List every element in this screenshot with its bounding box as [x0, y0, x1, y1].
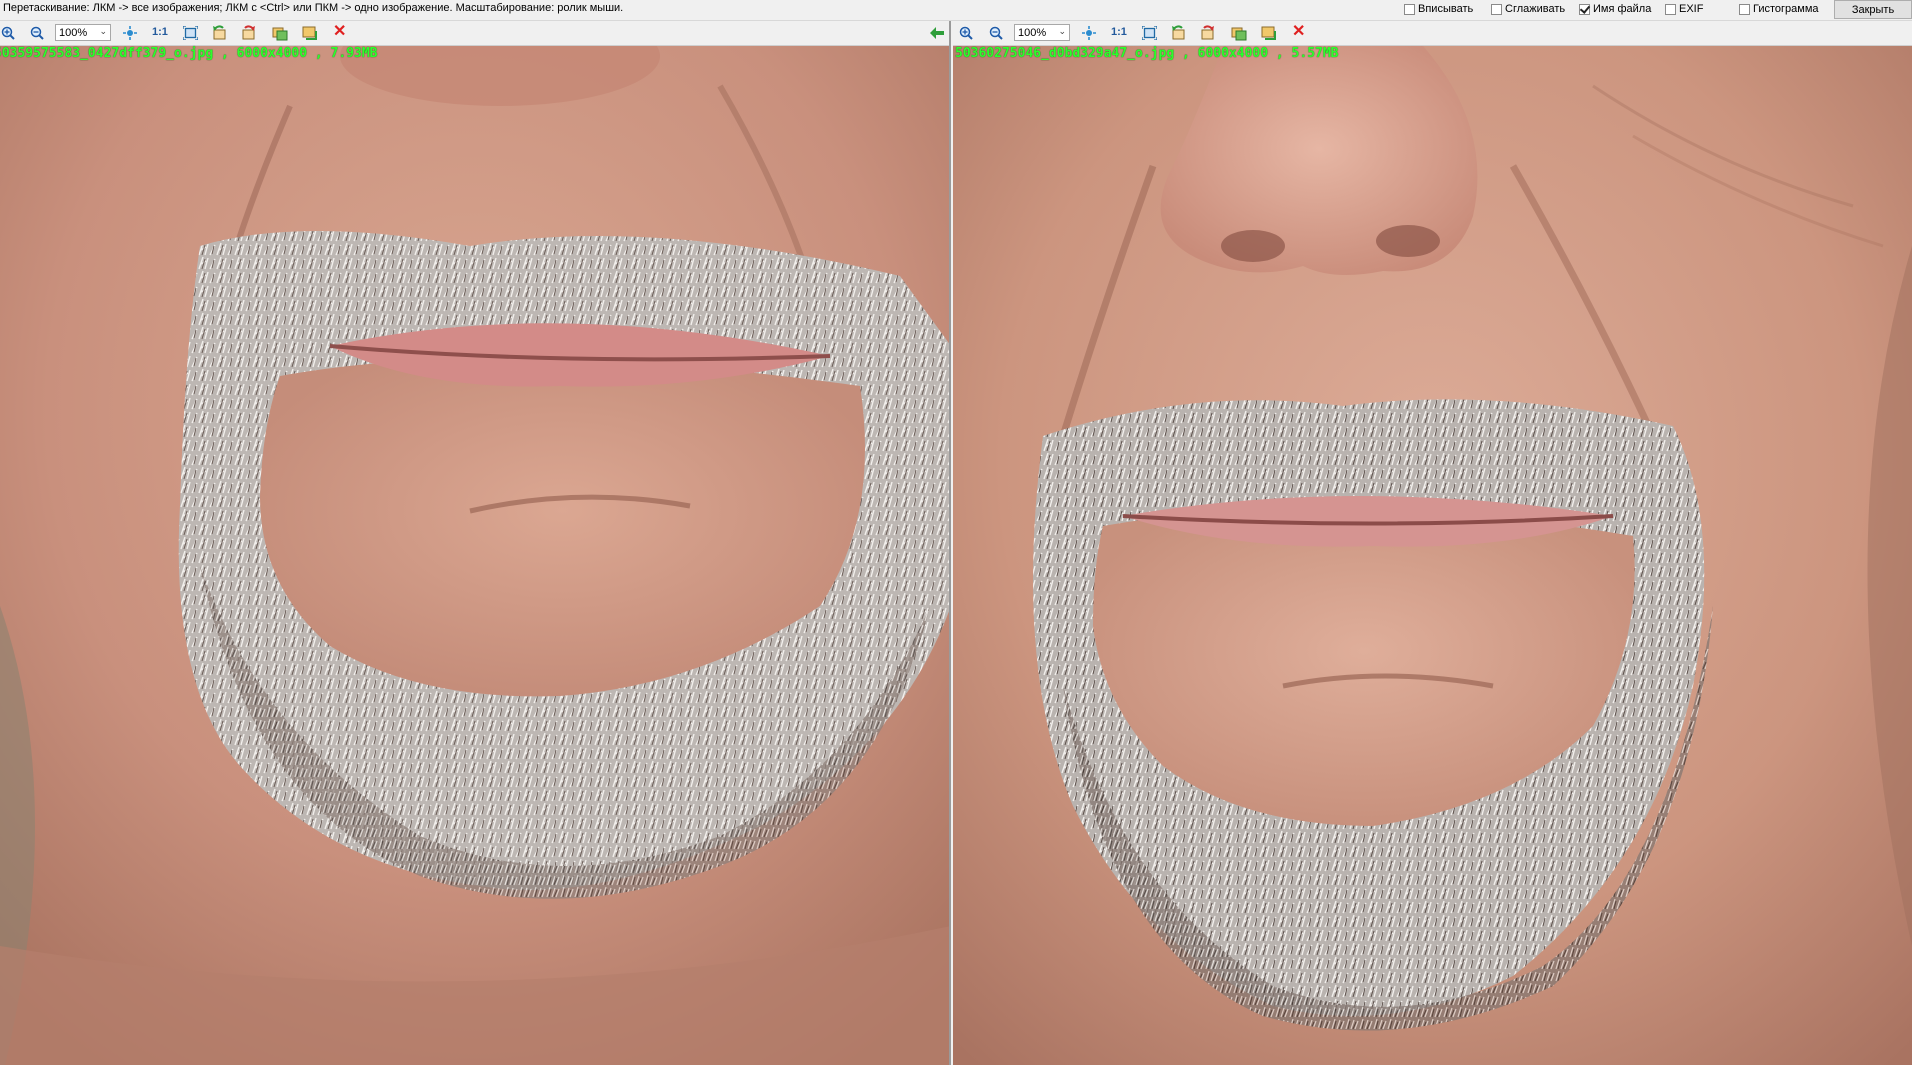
- chevron-down-icon: ⌄: [1058, 26, 1066, 36]
- checkbox-smooth[interactable]: [1491, 3, 1502, 15]
- option-smooth[interactable]: Сглаживать: [1491, 1, 1565, 17]
- option-fit[interactable]: Вписывать: [1404, 1, 1473, 17]
- right-toolbar: 100% ⌄ 1:1 ✕: [953, 21, 1912, 46]
- sync-arrow-icon[interactable]: [929, 25, 945, 41]
- checkbox-fit[interactable]: [1404, 3, 1415, 15]
- zoom-select[interactable]: 100% ⌄: [55, 24, 111, 41]
- left-image-pane[interactable]: 100% ⌄ 1:1 ✕ 50359575583_0427dff379_o.jp…: [0, 21, 951, 1065]
- checkbox-histogram[interactable]: [1739, 3, 1750, 15]
- chevron-down-icon: ⌄: [99, 26, 107, 36]
- left-toolbar: 100% ⌄ 1:1 ✕: [0, 21, 949, 46]
- zoom-in-icon[interactable]: [958, 25, 974, 41]
- rotate-left-icon[interactable]: [1170, 25, 1186, 41]
- actual-size-button[interactable]: 1:1: [152, 26, 168, 38]
- right-image-pane[interactable]: 100% ⌄ 1:1 ✕ 50360275046_d0bd329a47_o.jp…: [953, 21, 1912, 1065]
- left-image[interactable]: [0, 46, 949, 1065]
- option-filename[interactable]: Имя файла: [1579, 1, 1651, 17]
- option-exif[interactable]: EXIF: [1665, 1, 1703, 17]
- rotate-right-icon[interactable]: [241, 25, 257, 41]
- rotate-right-icon[interactable]: [1200, 25, 1216, 41]
- zoom-out-icon[interactable]: [29, 25, 45, 41]
- zoom-select[interactable]: 100% ⌄: [1014, 24, 1070, 41]
- flip-horizontal-icon[interactable]: [272, 25, 288, 41]
- zoom-in-icon[interactable]: [0, 25, 16, 41]
- close-image-icon[interactable]: ✕: [1292, 24, 1305, 40]
- right-image[interactable]: [953, 46, 1912, 1065]
- checkbox-exif[interactable]: [1665, 3, 1676, 15]
- fit-icon[interactable]: [1081, 25, 1097, 41]
- right-file-info: 50360275046_d0bd329a47_o.jpg , 6000x4000…: [955, 46, 1339, 61]
- fullscreen-icon[interactable]: [182, 25, 198, 41]
- checkbox-filename[interactable]: [1579, 3, 1590, 15]
- flip-vertical-icon[interactable]: [1261, 25, 1277, 41]
- zoom-out-icon[interactable]: [988, 25, 1004, 41]
- rotate-left-icon[interactable]: [211, 25, 227, 41]
- option-histogram[interactable]: Гистограмма: [1739, 1, 1819, 17]
- left-file-info: 50359575583_0427dff379_o.jpg , 6000x4000…: [0, 46, 378, 61]
- fit-icon[interactable]: [122, 25, 138, 41]
- flip-horizontal-icon[interactable]: [1231, 25, 1247, 41]
- close-image-icon[interactable]: ✕: [333, 24, 346, 40]
- close-button[interactable]: Закрыть: [1834, 0, 1912, 19]
- options-bar: Перетаскивание: ЛКМ -> все изображения; …: [0, 0, 1912, 21]
- fullscreen-icon[interactable]: [1141, 25, 1157, 41]
- usage-hint: Перетаскивание: ЛКМ -> все изображения; …: [3, 2, 624, 14]
- flip-vertical-icon[interactable]: [302, 25, 318, 41]
- actual-size-button[interactable]: 1:1: [1111, 26, 1127, 38]
